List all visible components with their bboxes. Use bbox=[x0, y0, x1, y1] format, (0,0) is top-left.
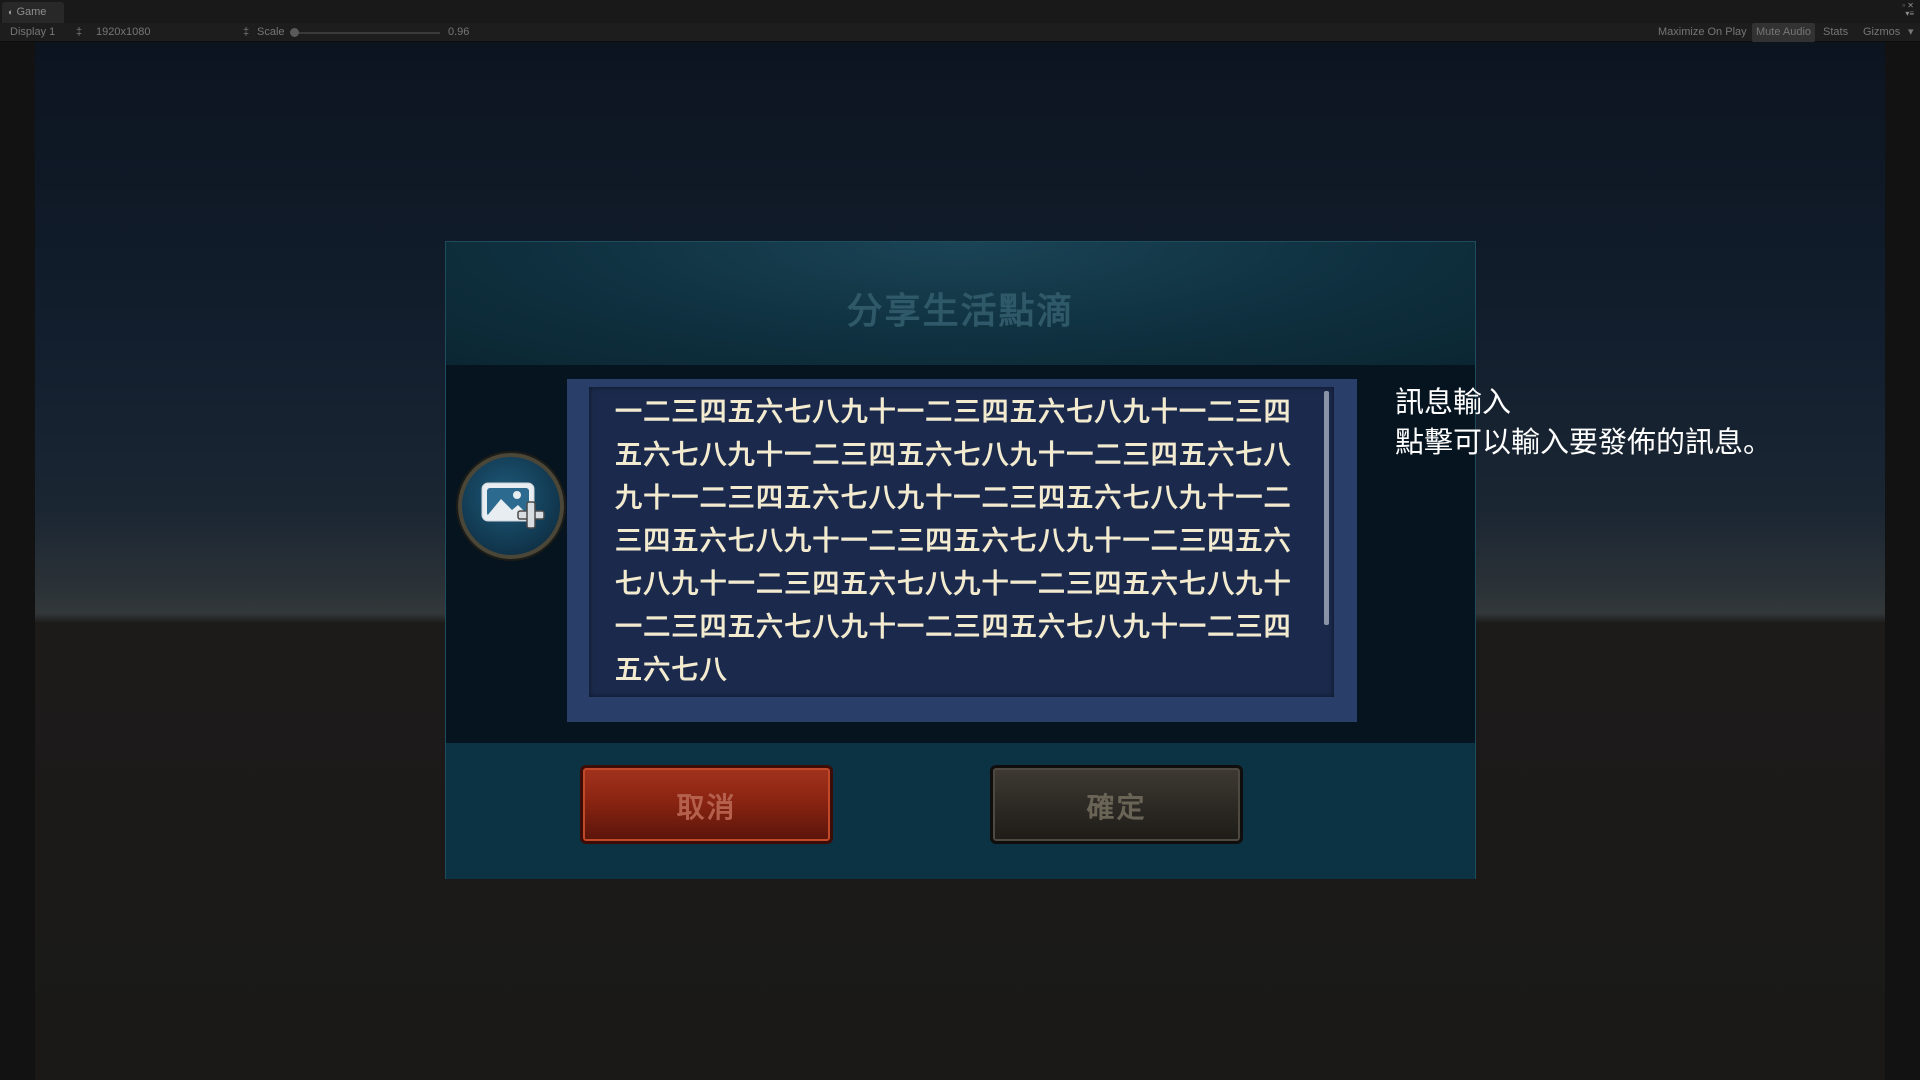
scale-value: 0.96 bbox=[448, 26, 470, 38]
gizmos-dropdown[interactable]: Gizmos bbox=[1863, 23, 1900, 42]
add-image-button[interactable] bbox=[458, 453, 564, 559]
stats-toggle[interactable]: Stats bbox=[1823, 23, 1848, 42]
editor-tab-bar: ◐ Game ▫ ✕ ▾≡ bbox=[0, 0, 1920, 23]
dialog-title: 分享生活點滴 bbox=[846, 291, 1075, 332]
mute-audio-toggle[interactable]: Mute Audio bbox=[1752, 23, 1816, 42]
maximize-on-play-toggle[interactable]: Maximize On Play bbox=[1658, 23, 1747, 42]
scale-label: Scale bbox=[257, 26, 285, 38]
viewport-left-margin bbox=[0, 42, 35, 1080]
message-scrollbar-thumb[interactable] bbox=[1324, 391, 1329, 625]
display-dropdown-arrow-icon[interactable]: ‡ bbox=[76, 23, 82, 42]
confirm-button[interactable]: 確定 bbox=[990, 765, 1243, 844]
tooltip-title: 訊息輸入 bbox=[1395, 385, 1512, 419]
scale-slider-handle[interactable] bbox=[290, 28, 299, 37]
window-menu-icon[interactable]: ▾≡ bbox=[1902, 10, 1914, 18]
help-tooltip: 訊息輸入 點擊可以輸入要發佈的訊息。 bbox=[1395, 382, 1772, 462]
game-view-toolbar: Display 1 ‡ 1920x1080 ‡ Scale 0.96 Maxim… bbox=[0, 23, 1920, 42]
display-dropdown[interactable]: Display 1 bbox=[10, 23, 55, 42]
tooltip-description: 點擊可以輸入要發佈的訊息。 bbox=[1395, 425, 1773, 459]
game-tab[interactable]: ◐ Game bbox=[2, 2, 64, 23]
share-post-dialog: 分享生活點滴 一二三四五六七八九十一二三四五六七八九十一二三四五六七八九十一二三… bbox=[445, 241, 1476, 879]
message-input-panel[interactable]: 一二三四五六七八九十一二三四五六七八九十一二三四五六七八九十一二三四五六七八九十… bbox=[567, 379, 1357, 722]
message-text: 一二三四五六七八九十一二三四五六七八九十一二三四五六七八九十一二三四五六七八九十… bbox=[615, 397, 1292, 686]
resolution-dropdown[interactable]: 1920x1080 bbox=[96, 23, 150, 42]
resolution-dropdown-arrow-icon[interactable]: ‡ bbox=[243, 23, 249, 42]
dialog-body: 一二三四五六七八九十一二三四五六七八九十一二三四五六七八九十一二三四五六七八九十… bbox=[446, 365, 1475, 743]
cancel-button[interactable]: 取消 bbox=[580, 765, 833, 844]
image-add-icon bbox=[481, 482, 545, 529]
game-tab-icon: ◐ bbox=[8, 7, 14, 17]
scale-slider[interactable] bbox=[298, 32, 440, 34]
dialog-header: 分享生活點滴 bbox=[446, 242, 1475, 365]
viewport-right-margin bbox=[1885, 42, 1920, 1080]
gizmos-arrow-icon[interactable]: ▾ bbox=[1908, 23, 1914, 42]
window-controls[interactable]: ▫ ✕ ▾≡ bbox=[1902, 2, 1914, 18]
message-scrollbar[interactable] bbox=[1324, 391, 1330, 691]
game-tab-label: Game bbox=[16, 6, 47, 18]
message-input-field[interactable]: 一二三四五六七八九十一二三四五六七八九十一二三四五六七八九十一二三四五六七八九十… bbox=[589, 387, 1334, 697]
